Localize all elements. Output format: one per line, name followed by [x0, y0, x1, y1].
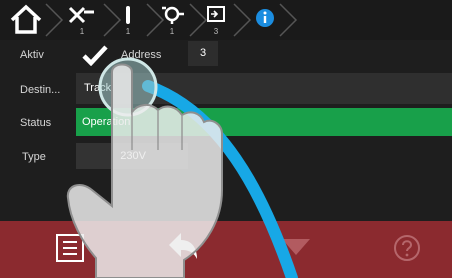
chevron-separator: [279, 3, 298, 37]
breadcrumb-item-tools[interactable]: 1: [62, 0, 102, 40]
status-field[interactable]: Operation: [76, 108, 452, 136]
destination-field[interactable]: Track: [76, 73, 452, 104]
back-icon[interactable]: [165, 231, 201, 265]
bottom-action-bar: [0, 221, 452, 278]
list-icon[interactable]: [55, 233, 85, 263]
help-icon[interactable]: [392, 233, 422, 263]
breadcrumb-count: 1: [79, 27, 85, 36]
breadcrumb-item-cable[interactable]: 1: [108, 0, 148, 40]
breadcrumb-item-cycle[interactable]: 1: [152, 0, 192, 40]
device-screen: 1 1 1 3 Aktiv Address 3 Destin... Track …: [0, 0, 452, 278]
active-checkbox[interactable]: [82, 44, 108, 66]
address-field[interactable]: 3: [188, 41, 218, 66]
breadcrumb-count: 1: [125, 27, 131, 36]
breadcrumb-item-device[interactable]: 3: [196, 0, 236, 40]
destination-label: Destin...: [20, 84, 61, 96]
status-label: Status: [20, 117, 52, 129]
breadcrumb-count: 1: [169, 27, 175, 36]
breadcrumb: 1 1 1 3: [0, 0, 452, 40]
type-field[interactable]: 230V: [76, 143, 188, 169]
active-label: Aktiv: [20, 49, 44, 61]
home-icon: [10, 4, 42, 34]
type-label: Type: [22, 151, 46, 163]
breadcrumb-count: 3: [213, 27, 219, 36]
triangle-icon[interactable]: [278, 235, 314, 259]
address-label: Address: [121, 49, 162, 61]
